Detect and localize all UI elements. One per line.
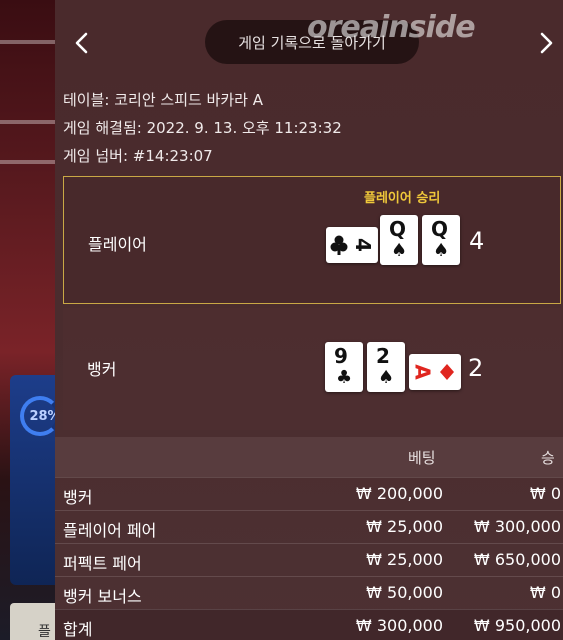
chevron-right-icon[interactable]: [533, 29, 561, 57]
total-label: 합계: [63, 620, 93, 639]
winner-label: 플레이어 승리: [364, 191, 441, 206]
bet-name: 퍼펙트 페어: [63, 554, 142, 573]
spade-icon: ♠: [433, 240, 450, 261]
chevron-left-icon[interactable]: [67, 29, 95, 57]
player-card-1-rank: 4: [350, 238, 375, 252]
game-info: 테이블: 코리안 스피드 바카라 A 게임 해결됨: 2022. 9. 13. …: [63, 86, 342, 170]
bets-table-header: 베팅 승: [55, 437, 563, 477]
watermark-logo: oreainside: [307, 10, 476, 45]
win-amount: ₩ 0: [529, 583, 561, 602]
background-decoration: [0, 160, 60, 164]
banker-card-1: 9 ♣: [325, 342, 363, 392]
table-row: 뱅커 보너스 ₩ 50,000 ₩ 0: [55, 576, 563, 609]
win-amount: ₩ 300,000: [473, 517, 561, 536]
bet-name: 뱅커 보너스: [63, 587, 142, 606]
background-decoration: [0, 120, 60, 124]
diamond-icon: [440, 364, 454, 380]
bet-name: 뱅커: [63, 488, 93, 507]
bets-table: 베팅 승 뱅커 ₩ 200,000 ₩ 0 플레이어 페어 ₩ 25,000 ₩…: [55, 437, 563, 640]
banker-card-1-rank: 9: [334, 344, 348, 368]
player-card-1: 4: [326, 227, 378, 263]
column-win: 승: [541, 449, 555, 467]
column-bet: 베팅: [408, 449, 436, 467]
bet-name: 플레이어 페어: [63, 521, 157, 540]
player-label: 플레이어: [88, 235, 147, 254]
table-row: 퍼펙트 페어 ₩ 25,000 ₩ 650,000: [55, 543, 563, 576]
banker-label: 뱅커: [87, 360, 117, 379]
player-hand-box: 플레이어 승리 플레이어 4 Q ♠ Q ♠ 4: [63, 176, 561, 304]
table-row: 뱅커 ₩ 200,000 ₩ 0: [55, 477, 563, 510]
clubs-icon: ♣: [336, 367, 353, 388]
table-row: 플레이어 페어 ₩ 25,000 ₩ 300,000: [55, 510, 563, 543]
player-card-3: Q ♠: [422, 215, 460, 265]
spade-icon: ♠: [378, 367, 395, 388]
progress-ring: 28%: [20, 396, 60, 436]
background-bottom-button-label: 플: [38, 624, 51, 640]
banker-card-3: A: [409, 354, 461, 390]
banker-hand-box: 뱅커 9 ♣ 2 ♠ A 2: [63, 308, 561, 430]
banker-score: 2: [468, 354, 484, 382]
total-row: 합계 ₩ 300,000 ₩ 950,000: [55, 609, 563, 640]
bet-amount: ₩ 25,000: [366, 550, 443, 569]
win-amount: ₩ 650,000: [473, 550, 561, 569]
player-card-2-rank: Q: [389, 217, 407, 241]
player-score: 4: [469, 227, 485, 255]
player-card-3-rank: Q: [431, 217, 449, 241]
background-game-area: 28% 플: [0, 0, 60, 640]
game-number: 게임 넘버: #14:23:07: [63, 147, 213, 165]
table-name: 테이블: 코리안 스피드 바카라 A: [63, 91, 263, 109]
total-win: ₩ 950,000: [473, 616, 561, 635]
background-bottom-button[interactable]: 플: [10, 603, 60, 640]
background-decoration: [0, 40, 60, 44]
banker-card-2-rank: 2: [376, 344, 390, 368]
player-card-2: Q ♠: [380, 215, 418, 265]
bet-amount: ₩ 200,000: [355, 484, 443, 503]
resolved-time: 게임 해결됨: 2022. 9. 13. 오후 11:23:32: [63, 119, 342, 137]
game-detail-panel: 게임 기록으로 돌아가기 oreainside 테이블: 코리안 스피드 바카라…: [55, 0, 563, 640]
bet-amount: ₩ 25,000: [366, 517, 443, 536]
spade-icon: ♠: [391, 240, 408, 261]
bet-amount: ₩ 50,000: [366, 583, 443, 602]
panel-header: 게임 기록으로 돌아가기 oreainside: [55, 0, 563, 86]
win-amount: ₩ 0: [529, 484, 561, 503]
banker-card-2: 2 ♠: [367, 342, 405, 392]
total-bet: ₩ 300,000: [355, 616, 443, 635]
